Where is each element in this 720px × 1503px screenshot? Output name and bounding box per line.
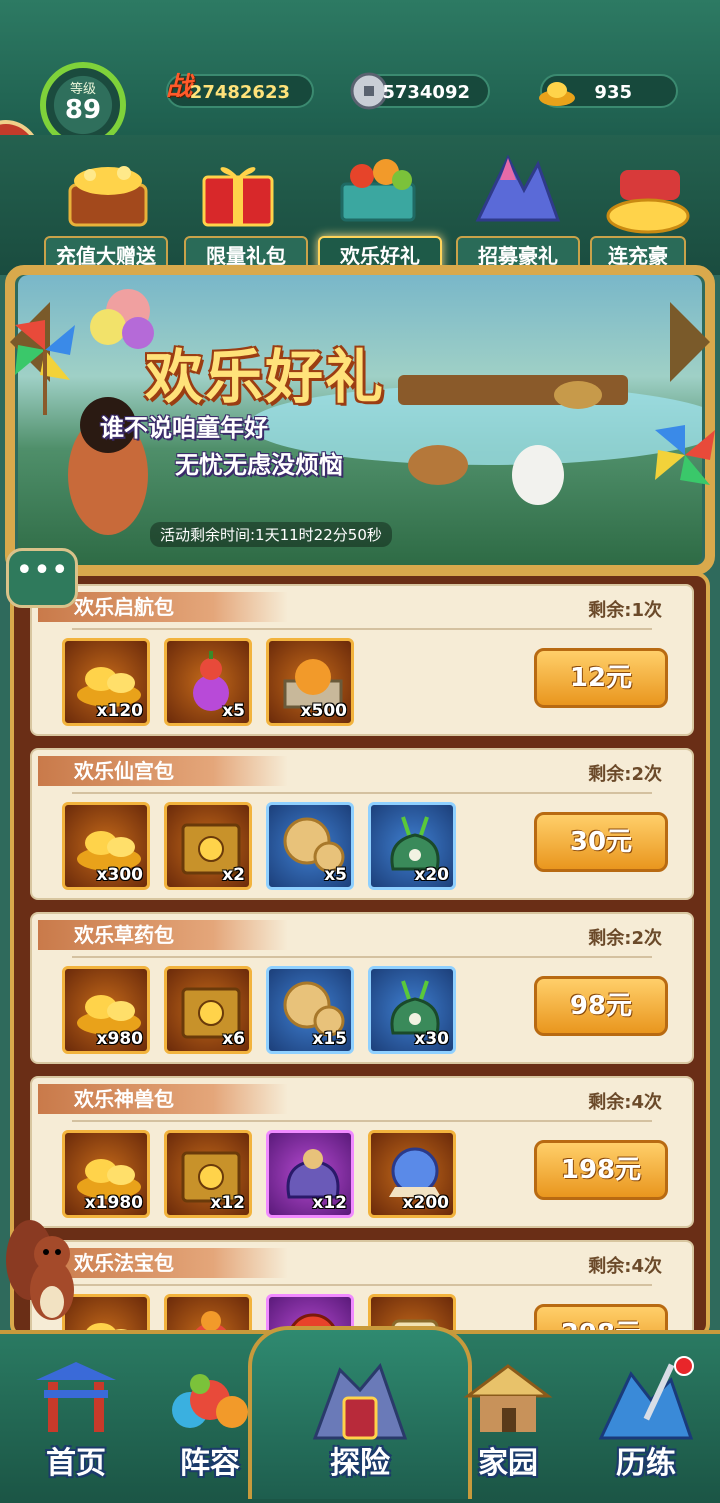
reward-count: x5 bbox=[324, 865, 347, 885]
reward-item[interactable]: x30 bbox=[368, 966, 456, 1054]
reward-count: x20 bbox=[414, 865, 449, 885]
coin-counter: 5734092 bbox=[350, 72, 490, 110]
reward-item[interactable]: x5 bbox=[164, 638, 252, 726]
tab-limited-pack[interactable]: 限量礼包 bbox=[184, 236, 308, 274]
nav-training-label: 历练 bbox=[616, 1446, 676, 1481]
squirrel-mascot-icon[interactable] bbox=[0, 1210, 90, 1330]
nav-lineup[interactable]: 阵容 bbox=[150, 1360, 270, 1490]
tab-happy-gift[interactable]: 欢乐好礼 bbox=[318, 236, 442, 274]
pack-list[interactable]: 欢乐启航包 剩余:1次 x120 x5 x500 12元 欢乐仙宫包 剩余:2次 x300 x2 x… bbox=[10, 572, 710, 1338]
reward-item[interactable]: x2 bbox=[164, 802, 252, 890]
buy-button[interactable]: 12元 bbox=[534, 648, 668, 708]
nav-lineup-label: 阵容 bbox=[180, 1446, 240, 1481]
pack-title: 欢乐神兽包 bbox=[38, 1084, 288, 1114]
buy-button[interactable]: 198元 bbox=[534, 1140, 668, 1200]
reward-item[interactable]: x500 bbox=[266, 638, 354, 726]
pack-remaining: 剩余:2次 bbox=[588, 764, 662, 785]
fruit-box-icon bbox=[340, 159, 416, 222]
pack-remaining: 剩余:2次 bbox=[588, 928, 662, 949]
reward-count: x120 bbox=[96, 701, 143, 721]
buy-button[interactable]: 98元 bbox=[534, 976, 668, 1036]
pack-remaining: 剩余:1次 bbox=[588, 600, 662, 621]
nav-home[interactable]: 首页 bbox=[16, 1360, 136, 1490]
gold-pile-icon bbox=[606, 170, 690, 234]
reward-count: x2 bbox=[222, 865, 245, 885]
reward-item[interactable]: x980 bbox=[62, 966, 150, 1054]
mountain-door-icon bbox=[312, 1363, 408, 1440]
coin-value: 5734092 bbox=[382, 82, 470, 103]
pack-divider bbox=[72, 628, 652, 630]
reward-item[interactable]: x1980 bbox=[62, 1130, 150, 1218]
crystal-mountain-icon bbox=[475, 154, 561, 222]
event-timer: 活动剩余时间:1天11时22分50秒 bbox=[150, 522, 392, 547]
tab-continuous-recharge[interactable]: 连充豪 bbox=[590, 236, 686, 274]
pack-divider bbox=[72, 792, 652, 794]
reward-item[interactable]: x12 bbox=[266, 1130, 354, 1218]
nav-homeland[interactable]: 家园 bbox=[448, 1360, 568, 1490]
buy-button[interactable]: 30元 bbox=[534, 812, 668, 872]
pack-card: 欢乐启航包 剩余:1次 x120 x5 x500 12元 bbox=[30, 584, 694, 736]
gold-ingot-icon bbox=[539, 82, 575, 106]
level-value: 89 bbox=[64, 95, 102, 125]
pack-card: 欢乐草药包 剩余:2次 x980 x6 x15 x30 98元 bbox=[30, 912, 694, 1064]
reward-count: x500 bbox=[300, 701, 347, 721]
nav-homeland-label: 家园 bbox=[478, 1446, 538, 1481]
reward-count: x12 bbox=[312, 1193, 347, 1213]
reward-count: x5 bbox=[222, 701, 245, 721]
reward-item[interactable]: x6 bbox=[164, 966, 252, 1054]
pack-card: 欢乐神兽包 剩余:4次 x1980 x12 x12 x200 198元 bbox=[30, 1076, 694, 1228]
banner-slogan-line1: 谁不说咱童年好 bbox=[100, 414, 268, 442]
gourds-icon bbox=[172, 1374, 248, 1428]
nav-explore-label: 探险 bbox=[330, 1446, 390, 1481]
reward-item[interactable]: x300 bbox=[62, 802, 150, 890]
pack-title: 欢乐仙宫包 bbox=[38, 756, 288, 786]
combat-icon: 战 bbox=[166, 72, 193, 102]
tab-recharge-gift[interactable]: 充值大赠送 bbox=[44, 236, 168, 274]
reward-count: x200 bbox=[402, 1193, 449, 1213]
pack-remaining: 剩余:4次 bbox=[588, 1256, 662, 1277]
pack-divider bbox=[72, 1120, 652, 1122]
pack-title: 欢乐草药包 bbox=[38, 920, 288, 950]
nav-training[interactable]: 历练 bbox=[586, 1360, 706, 1490]
pack-divider bbox=[72, 956, 652, 958]
pack-remaining: 剩余:4次 bbox=[588, 1092, 662, 1113]
gift-box-icon bbox=[202, 167, 274, 227]
reward-item[interactable]: x15 bbox=[266, 966, 354, 1054]
reward-item[interactable]: x12 bbox=[164, 1130, 252, 1218]
pack-card: 欢乐法宝包 剩余:4次 298元 bbox=[30, 1240, 694, 1334]
pinwheel-icon bbox=[655, 425, 715, 485]
tab-recruit-gift[interactable]: 招募豪礼 bbox=[456, 236, 580, 274]
reward-count: x12 bbox=[210, 1193, 245, 1213]
reward-count: x1980 bbox=[84, 1193, 143, 1213]
pack-divider bbox=[72, 1284, 652, 1286]
notification-dot bbox=[674, 1356, 694, 1376]
ingot-value: 935 bbox=[594, 82, 632, 103]
treasure-chest-icon bbox=[68, 166, 148, 227]
reward-count: x980 bbox=[96, 1029, 143, 1049]
banner-title: 欢乐好礼 bbox=[145, 343, 386, 411]
combat-power-badge: 战 27482623 bbox=[166, 72, 314, 108]
reward-count: x300 bbox=[96, 865, 143, 885]
combat-power-value: 27482623 bbox=[189, 82, 290, 103]
pack-card: 欢乐仙宫包 剩余:2次 x300 x2 x5 x20 30元 bbox=[30, 748, 694, 900]
reward-count: x15 bbox=[312, 1029, 347, 1049]
reward-count: x30 bbox=[414, 1029, 449, 1049]
banner-slogan-line2: 无忧无虑没烦恼 bbox=[175, 451, 343, 479]
gate-icon bbox=[36, 1362, 116, 1432]
chat-bubble-icon[interactable]: ••• bbox=[6, 548, 78, 608]
reward-item[interactable]: x120 bbox=[62, 638, 150, 726]
nav-explore[interactable]: 探险 bbox=[300, 1360, 420, 1490]
reward-item[interactable]: x200 bbox=[368, 1130, 456, 1218]
reward-item[interactable]: x20 bbox=[368, 802, 456, 890]
pinwheel-icon bbox=[15, 320, 75, 415]
ingot-counter: 935 bbox=[539, 74, 678, 108]
nav-home-label: 首页 bbox=[46, 1446, 106, 1481]
reward-item[interactable]: x5 bbox=[266, 802, 354, 890]
house-icon bbox=[463, 1364, 553, 1432]
reward-count: x6 bbox=[222, 1029, 245, 1049]
